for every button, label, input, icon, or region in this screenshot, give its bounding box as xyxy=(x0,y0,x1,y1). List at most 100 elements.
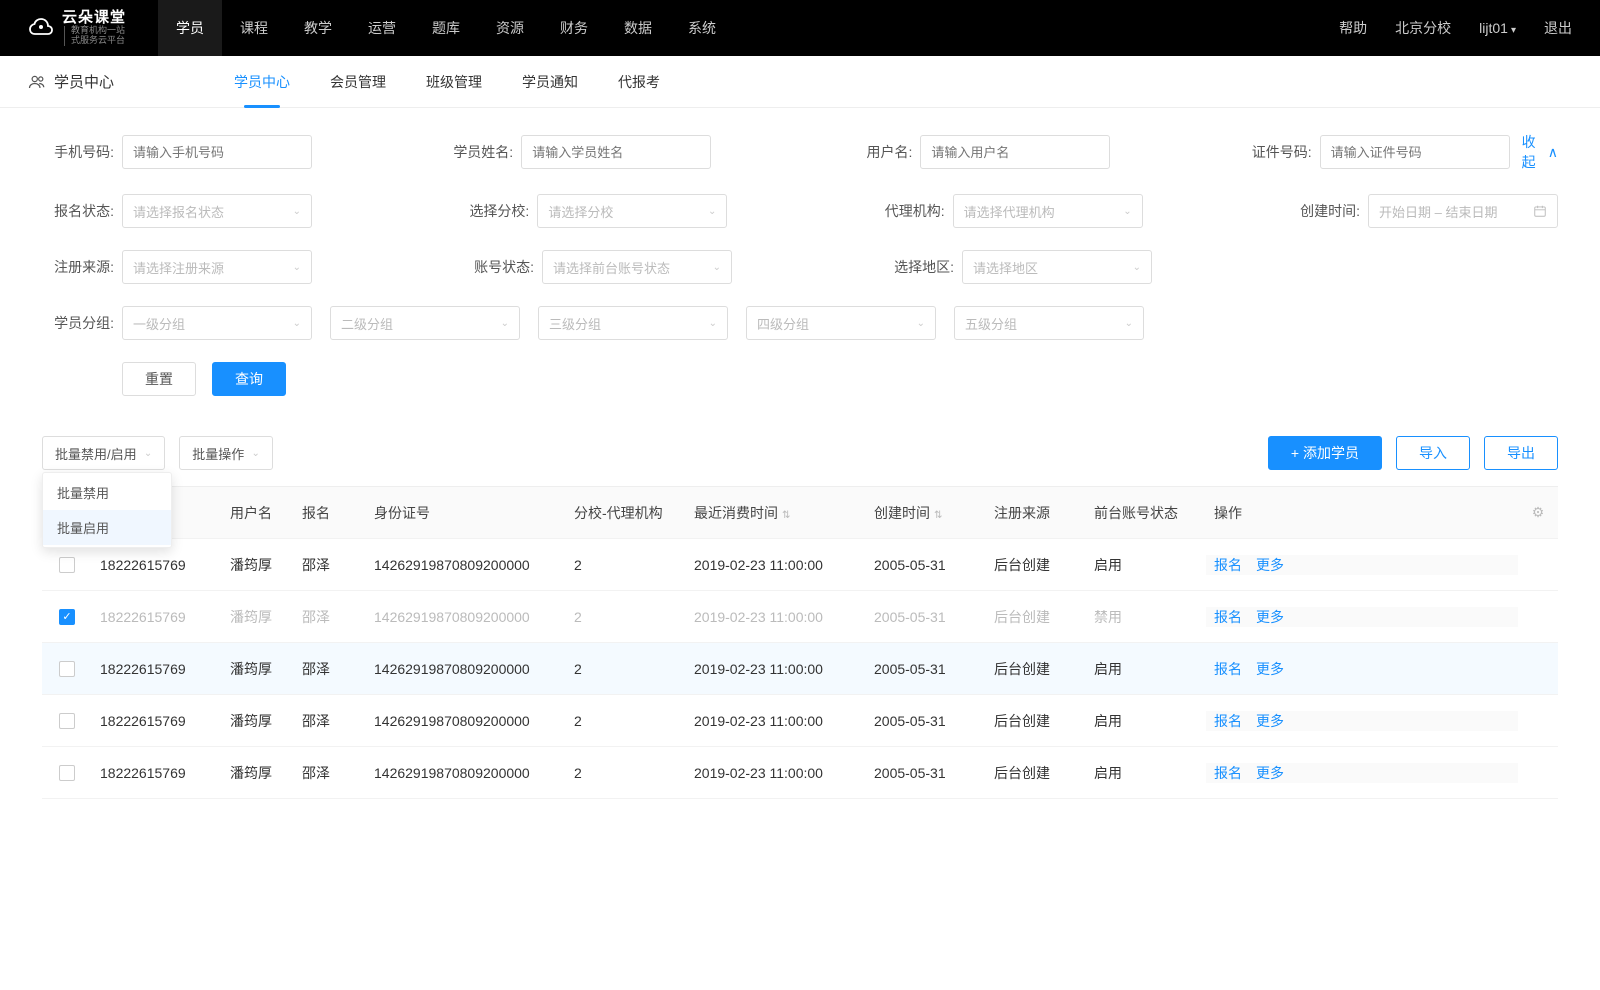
chevron-down-icon: ⌄ xyxy=(708,206,716,217)
row-enroll-link[interactable]: 报名 xyxy=(1214,555,1242,575)
cell-regsource: 后台创建 xyxy=(986,763,1086,783)
cell-branch: 2 xyxy=(566,661,686,677)
phone-label: 手机号码: xyxy=(42,142,114,162)
subnav-tab-2[interactable]: 班级管理 xyxy=(426,56,482,108)
group-level-select-5[interactable]: 五级分组⌄ xyxy=(954,306,1144,340)
topnav-item-2[interactable]: 教学 xyxy=(286,0,350,56)
name-input[interactable] xyxy=(521,135,711,169)
row-checkbox[interactable] xyxy=(59,765,75,781)
chevron-down-icon: ⌄ xyxy=(1125,318,1133,329)
branch-select[interactable]: 请选择分校⌄ xyxy=(537,194,727,228)
phone-input[interactable] xyxy=(122,135,312,169)
subnav-tab-0[interactable]: 学员中心 xyxy=(234,56,290,108)
cell-phone: 18222615769 xyxy=(92,609,222,625)
branch-link[interactable]: 北京分校 xyxy=(1395,18,1451,38)
agent-select[interactable]: 请选择代理机构⌄ xyxy=(953,194,1143,228)
user-menu[interactable]: lijt01 xyxy=(1479,20,1516,36)
chevron-down-icon: ⌄ xyxy=(144,448,152,459)
import-button[interactable]: 导入 xyxy=(1396,436,1470,470)
row-checkbox[interactable] xyxy=(59,713,75,729)
logo[interactable]: 云朵课堂 教育机构一站式服务云平台 xyxy=(28,10,126,46)
search-button[interactable]: 查询 xyxy=(212,362,286,396)
chevron-down-icon: ⌄ xyxy=(293,262,301,273)
dropdown-item-enable[interactable]: 批量启用 xyxy=(43,510,171,545)
row-enroll-link[interactable]: 报名 xyxy=(1214,763,1242,783)
cell-username: 潘筠厚 xyxy=(222,607,294,627)
cell-acctstatus: 启用 xyxy=(1086,763,1206,783)
cell-regsource: 后台创建 xyxy=(986,711,1086,731)
row-checkbox[interactable] xyxy=(59,661,75,677)
cell-acctstatus: 启用 xyxy=(1086,555,1206,575)
add-student-button[interactable]: + 添加学员 xyxy=(1268,436,1382,470)
group-level-select-4[interactable]: 四级分组⌄ xyxy=(746,306,936,340)
regsource-label: 注册来源: xyxy=(42,257,114,277)
filter-panel: 手机号码: 学员姓名: 用户名: 证件号码: 收起 ∧ 报名状态:请选择报名状态… xyxy=(0,108,1600,426)
row-more-link[interactable]: 更多 xyxy=(1256,763,1284,783)
chevron-down-icon: ⌄ xyxy=(252,448,260,459)
topnav-item-3[interactable]: 运营 xyxy=(350,0,414,56)
cell-branch: 2 xyxy=(566,557,686,573)
subnav-tab-4[interactable]: 代报考 xyxy=(618,56,660,108)
topnav-item-6[interactable]: 财务 xyxy=(542,0,606,56)
col-enroll: 报名 xyxy=(294,503,366,523)
subnav-tab-1[interactable]: 会员管理 xyxy=(330,56,386,108)
region-select[interactable]: 请选择地区⌄ xyxy=(962,250,1152,284)
cell-phone: 18222615769 xyxy=(92,713,222,729)
row-checkbox[interactable] xyxy=(59,557,75,573)
export-button[interactable]: 导出 xyxy=(1484,436,1558,470)
dropdown-item-disable[interactable]: 批量禁用 xyxy=(43,475,171,510)
acct-status-select[interactable]: 请选择前台账号状态⌄ xyxy=(542,250,732,284)
cell-enroll: 邵泽 xyxy=(294,659,366,679)
row-enroll-link[interactable]: 报名 xyxy=(1214,711,1242,731)
help-link[interactable]: 帮助 xyxy=(1339,18,1367,38)
cell-lastconsume: 2019-02-23 11:00:00 xyxy=(686,765,866,781)
group-level-select-2[interactable]: 二级分组⌄ xyxy=(330,306,520,340)
reg-source-select[interactable]: 请选择注册来源⌄ xyxy=(122,250,312,284)
idno-input[interactable] xyxy=(1320,135,1510,169)
row-enroll-link[interactable]: 报名 xyxy=(1214,659,1242,679)
collapse-toggle[interactable]: 收起 ∧ xyxy=(1522,132,1558,172)
topnav-item-4[interactable]: 题库 xyxy=(414,0,478,56)
cell-idno: 14262919870809200000 xyxy=(366,609,566,625)
chevron-down-icon: ⌄ xyxy=(293,318,301,329)
logo-tagline: 教育机构一站式服务云平台 xyxy=(64,26,126,46)
reset-button[interactable]: 重置 xyxy=(122,362,196,396)
chevron-down-icon: ⌄ xyxy=(713,262,721,273)
bulk-toggle-select[interactable]: 批量禁用/启用 ⌄ xyxy=(42,436,165,470)
col-idno: 身份证号 xyxy=(366,503,566,523)
col-createtime[interactable]: 创建时间⇅ xyxy=(866,503,986,523)
username-input[interactable] xyxy=(920,135,1110,169)
enroll-status-select[interactable]: 请选择报名状态⌄ xyxy=(122,194,312,228)
cell-lastconsume: 2019-02-23 11:00:00 xyxy=(686,557,866,573)
row-checkbox[interactable]: ✓ xyxy=(59,609,75,625)
create-time-range[interactable]: 开始日期 – 结束日期 xyxy=(1368,194,1558,228)
bulk-ops-select[interactable]: 批量操作 ⌄ xyxy=(179,436,273,470)
row-more-link[interactable]: 更多 xyxy=(1256,607,1284,627)
topnav-item-7[interactable]: 数据 xyxy=(606,0,670,56)
page-title-text: 学员中心 xyxy=(54,71,114,92)
enroll-status-label: 报名状态: xyxy=(42,201,114,221)
group-level-select-3[interactable]: 三级分组⌄ xyxy=(538,306,728,340)
cell-phone: 18222615769 xyxy=(92,661,222,677)
row-more-link[interactable]: 更多 xyxy=(1256,555,1284,575)
col-lastconsume[interactable]: 最近消费时间⇅ xyxy=(686,503,866,523)
cell-regsource: 后台创建 xyxy=(986,607,1086,627)
cell-acctstatus: 启用 xyxy=(1086,659,1206,679)
top-nav: 学员课程教学运营题库资源财务数据系统 xyxy=(158,0,734,56)
chevron-down-icon: ⌄ xyxy=(1123,206,1131,217)
topnav-item-1[interactable]: 课程 xyxy=(222,0,286,56)
logout-link[interactable]: 退出 xyxy=(1544,18,1572,38)
topnav-item-8[interactable]: 系统 xyxy=(670,0,734,56)
page-title: 学员中心 xyxy=(28,71,114,92)
topnav-item-0[interactable]: 学员 xyxy=(158,0,222,56)
chevron-down-icon: ⌄ xyxy=(293,206,301,217)
row-enroll-link[interactable]: 报名 xyxy=(1214,607,1242,627)
agent-label: 代理机构: xyxy=(873,201,945,221)
row-more-link[interactable]: 更多 xyxy=(1256,711,1284,731)
topnav-item-5[interactable]: 资源 xyxy=(478,0,542,56)
table-settings-icon[interactable]: ⚙ xyxy=(1518,504,1558,521)
subnav-tab-3[interactable]: 学员通知 xyxy=(522,56,578,108)
logo-brand: 云朵课堂 xyxy=(62,10,126,27)
row-more-link[interactable]: 更多 xyxy=(1256,659,1284,679)
group-level-select-1[interactable]: 一级分组⌄ xyxy=(122,306,312,340)
